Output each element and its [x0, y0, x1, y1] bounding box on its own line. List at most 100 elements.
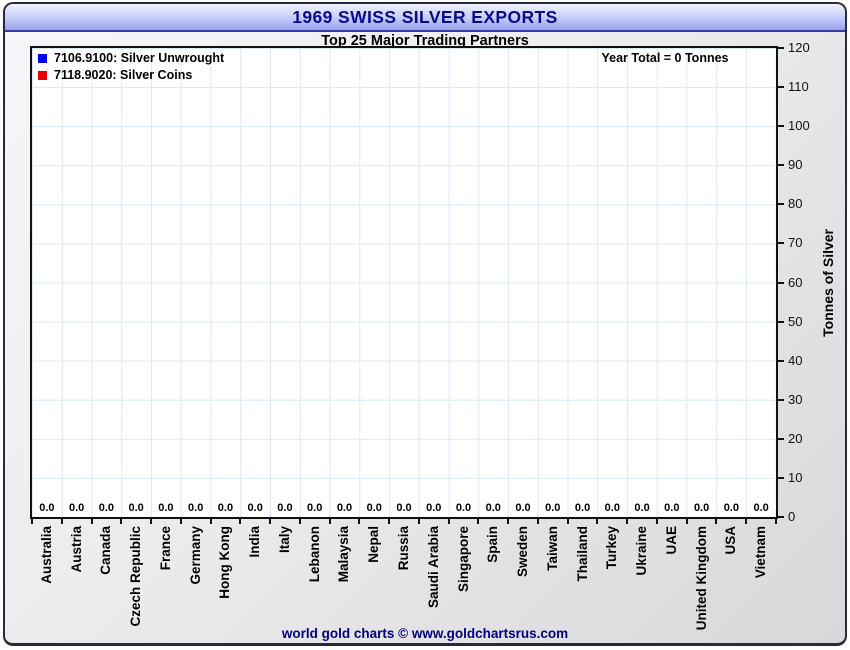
bar-value-label: 0.0 — [211, 501, 241, 515]
x-category-label: Czech Republic — [128, 526, 143, 627]
x-category-label: Ukraine — [634, 526, 649, 576]
x-tick-mark — [388, 519, 390, 524]
y-tick-mark — [778, 477, 784, 479]
y-tick-label: 50 — [788, 314, 822, 330]
x-tick-mark — [448, 519, 450, 524]
bar-value-label: 0.0 — [419, 501, 449, 515]
y-tick-mark — [778, 321, 784, 323]
bar-value-label: 0.0 — [151, 501, 181, 515]
footer-credit: world gold charts © www.goldchartsrus.co… — [0, 626, 850, 641]
y-tick-mark — [778, 164, 784, 166]
y-tick-mark — [778, 242, 784, 244]
y-tick-label: 110 — [788, 79, 822, 95]
x-tick-mark — [537, 519, 539, 524]
x-tick-mark — [299, 519, 301, 524]
x-category-label: Germany — [188, 526, 203, 585]
y-tick-label: 100 — [788, 118, 822, 134]
bar-value-label: 0.0 — [270, 501, 300, 515]
y-tick-mark — [778, 360, 784, 362]
x-tick-mark — [120, 519, 122, 524]
bar-value-label: 0.0 — [716, 501, 746, 515]
bar-value-label: 0.0 — [300, 501, 330, 515]
bar-value-label: 0.0 — [389, 501, 419, 515]
x-category-label: Taiwan — [545, 526, 560, 571]
x-category-label: Russia — [396, 526, 411, 570]
x-category-label: Australia — [39, 526, 54, 584]
bar-value-label: 0.0 — [330, 501, 360, 515]
y-tick-mark — [778, 125, 784, 127]
x-tick-mark — [775, 519, 777, 524]
bar-value-label: 0.0 — [478, 501, 508, 515]
x-category-label: UAE — [664, 526, 679, 555]
x-category-label: Saudi Arabia — [426, 526, 441, 608]
x-category-label: Canada — [98, 526, 113, 575]
x-tick-mark — [150, 519, 152, 524]
y-tick-label: 10 — [788, 470, 822, 486]
x-category-label: Austria — [69, 526, 84, 573]
legend-label: 7106.9100: Silver Unwrought — [54, 51, 224, 65]
bar-value-label: 0.0 — [508, 501, 538, 515]
x-category-label: Singapore — [456, 526, 471, 592]
x-tick-mark — [31, 519, 33, 524]
bar-value-label: 0.0 — [538, 501, 568, 515]
bar-value-label: 0.0 — [568, 501, 598, 515]
x-category-label: United Kingdom — [694, 526, 709, 630]
y-tick-mark — [778, 282, 784, 284]
legend-swatch-icon — [38, 54, 47, 63]
legend-label: 7118.9020: Silver Coins — [54, 68, 192, 82]
x-tick-mark — [329, 519, 331, 524]
x-tick-mark — [686, 519, 688, 524]
x-category-label: Thailand — [575, 526, 590, 582]
x-category-label: Vietnam — [753, 526, 768, 578]
chart-title: 1969 SWISS SILVER EXPORTS — [292, 7, 557, 28]
y-tick-label: 60 — [788, 275, 822, 291]
x-tick-mark — [656, 519, 658, 524]
y-tick-label: 90 — [788, 157, 822, 173]
y-tick-mark — [778, 399, 784, 401]
x-tick-mark — [715, 519, 717, 524]
bar-value-label: 0.0 — [359, 501, 389, 515]
x-category-label: Nepal — [366, 526, 381, 563]
x-tick-mark — [507, 519, 509, 524]
year-total-annotation: Year Total = 0 Tonnes — [555, 51, 775, 65]
legend-item: 7118.9020: Silver Coins — [38, 68, 224, 82]
x-category-label: Italy — [277, 526, 292, 553]
x-category-label: Spain — [485, 526, 500, 563]
y-tick-label: 20 — [788, 431, 822, 447]
x-category-label: USA — [723, 526, 738, 555]
x-tick-mark — [567, 519, 569, 524]
bar-value-label: 0.0 — [92, 501, 122, 515]
y-tick-label: 40 — [788, 353, 822, 369]
y-tick-mark — [778, 47, 784, 49]
x-tick-mark — [61, 519, 63, 524]
x-category-label: Turkey — [604, 526, 619, 569]
x-category-label: Sweden — [515, 526, 530, 577]
y-tick-label: 70 — [788, 235, 822, 251]
bar-value-label: 0.0 — [746, 501, 776, 515]
x-tick-mark — [210, 519, 212, 524]
y-tick-mark — [778, 438, 784, 440]
x-tick-mark — [358, 519, 360, 524]
legend: 7106.9100: Silver Unwrought 7118.9020: Si… — [38, 51, 224, 82]
x-category-label: Hong Kong — [217, 526, 232, 599]
bar-value-label: 0.0 — [181, 501, 211, 515]
x-tick-mark — [91, 519, 93, 524]
y-tick-mark — [778, 203, 784, 205]
plot-area — [30, 46, 778, 519]
legend-swatch-icon — [38, 71, 47, 80]
y-tick-mark — [778, 86, 784, 88]
x-tick-mark — [269, 519, 271, 524]
bar-value-label: 0.0 — [627, 501, 657, 515]
bar-value-label: 0.0 — [449, 501, 479, 515]
x-category-label: Malaysia — [336, 526, 351, 582]
y-tick-label: 0 — [788, 509, 822, 525]
bar-value-label: 0.0 — [240, 501, 270, 515]
chart-canvas: 1969 SWISS SILVER EXPORTS Top 25 Major T… — [0, 0, 850, 650]
bar-value-label: 0.0 — [597, 501, 627, 515]
bar-value-label: 0.0 — [657, 501, 687, 515]
y-tick-label: 80 — [788, 196, 822, 212]
y-tick-mark — [778, 516, 784, 518]
x-tick-mark — [745, 519, 747, 524]
x-category-label: France — [158, 526, 173, 570]
x-tick-mark — [418, 519, 420, 524]
